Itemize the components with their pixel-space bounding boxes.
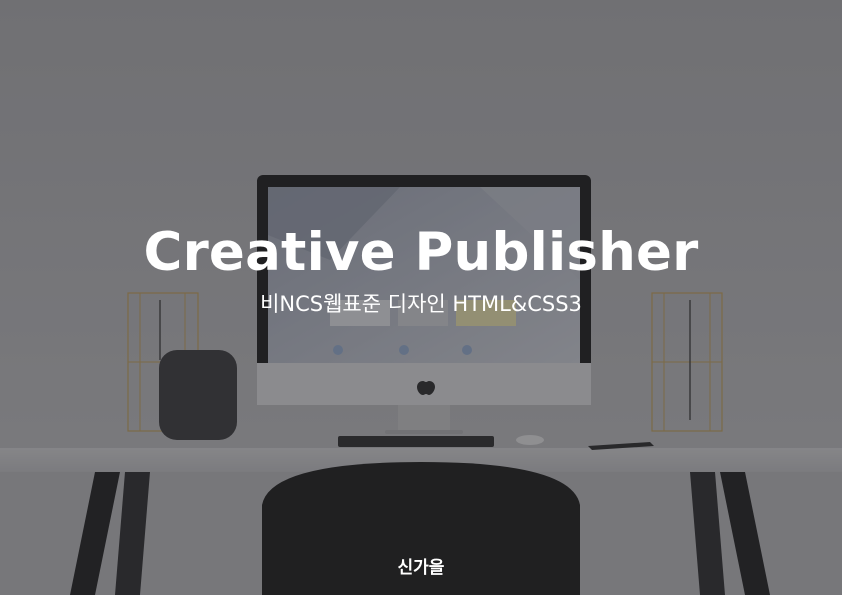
cover-title: Creative Publisher xyxy=(143,222,699,283)
cover-subtitle: 비NCS웹표준 디자인 HTML&CSS3 xyxy=(260,292,582,316)
cover-author: 신가을 xyxy=(397,558,445,578)
cover-page: Creative Publisher 비NCS웹표준 디자인 HTML&CSS3… xyxy=(0,0,842,595)
